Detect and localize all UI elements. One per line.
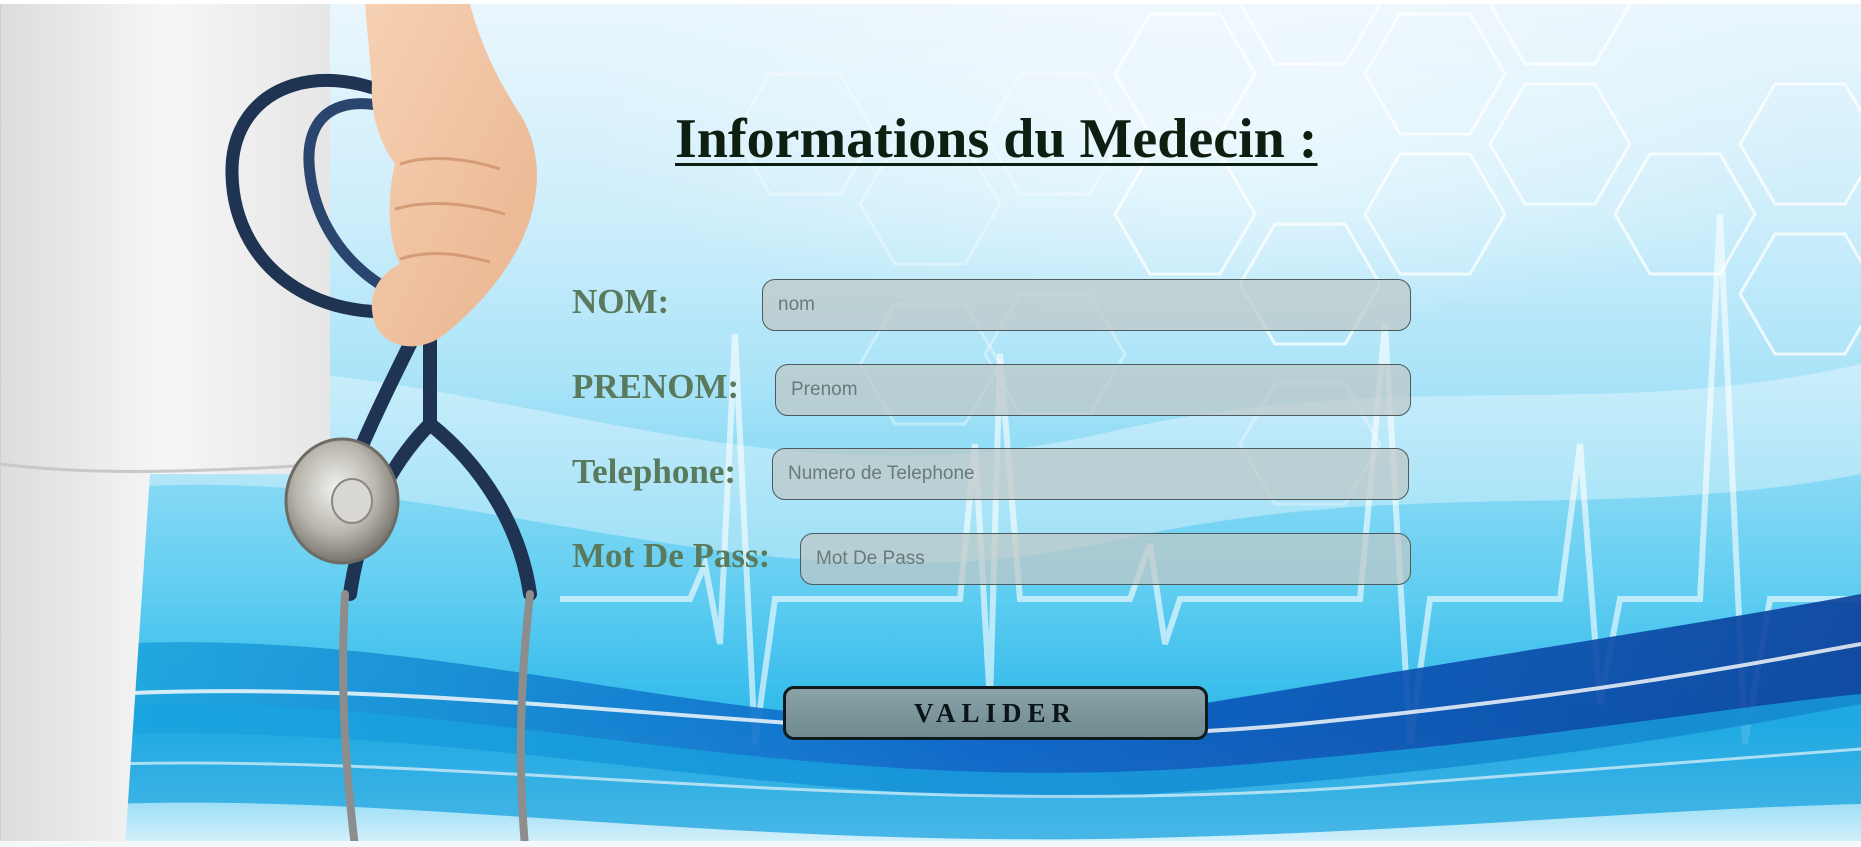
password-label: Mot De Pass:: [572, 536, 771, 575]
prenom-label: PRENOM:: [572, 367, 740, 406]
telephone-label: Telephone:: [572, 452, 737, 491]
password-input[interactable]: [800, 533, 1411, 585]
telephone-input[interactable]: [772, 448, 1409, 500]
doctor-hand: [365, 4, 537, 347]
nom-input[interactable]: [762, 279, 1411, 331]
stethoscope-chestpiece-icon: [284, 437, 400, 565]
form-page: Informations du Medecin : NOM: PRENOM: T…: [0, 4, 1861, 847]
valider-button[interactable]: VALIDER: [783, 686, 1208, 740]
page-title: Informations du Medecin :: [675, 108, 1318, 170]
prenom-input[interactable]: [775, 364, 1411, 416]
nom-label: NOM:: [572, 282, 670, 321]
